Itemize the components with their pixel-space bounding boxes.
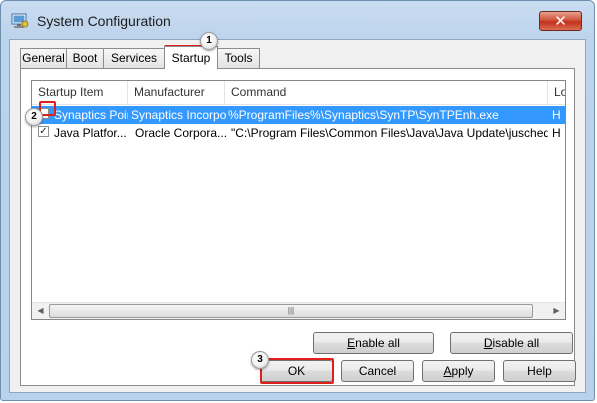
title-bar: System Configuration ✕ bbox=[1, 1, 594, 39]
cell-command: %ProgramFiles%\Synaptics\SynTP\SynTPEnh.… bbox=[228, 108, 499, 122]
cell-location: H bbox=[552, 126, 561, 140]
system-configuration-window: System Configuration ✕ General Boot Serv… bbox=[0, 0, 595, 401]
list-header: Startup Item Manufacturer Command Lo bbox=[32, 81, 565, 105]
cell-startup-item: Java Platfor... bbox=[54, 126, 127, 140]
cell-command: "C:\Program Files\Common Files\Java\Java… bbox=[231, 126, 548, 140]
column-header-command[interactable]: Command bbox=[225, 81, 548, 104]
system-config-icon bbox=[11, 13, 29, 28]
disable-all-button[interactable]: Disable all bbox=[450, 332, 573, 354]
scroll-thumb[interactable]: ||| bbox=[49, 304, 533, 318]
startup-items-list[interactable]: Startup Item Manufacturer Command Lo Syn… bbox=[31, 80, 566, 320]
help-button[interactable]: Help bbox=[503, 360, 576, 382]
close-button[interactable]: ✕ bbox=[539, 11, 582, 31]
enable-all-button[interactable]: Enable all bbox=[313, 332, 434, 354]
column-header-manufacturer[interactable]: Manufacturer bbox=[128, 81, 225, 104]
cell-manufacturer: Synaptics Incorpora bbox=[131, 108, 227, 122]
cancel-button[interactable]: Cancel bbox=[341, 360, 414, 382]
startup-item-checkbox[interactable]: ✓ bbox=[38, 126, 49, 137]
tab-general[interactable]: General bbox=[20, 48, 67, 68]
column-header-location[interactable]: Lo bbox=[548, 81, 565, 104]
dialog-client-area: General Boot Services Startup Tools Star… bbox=[9, 39, 586, 393]
list-row[interactable]: ✓ Java Platfor... Oracle Corpora... "C:\… bbox=[32, 124, 565, 142]
step-marker-3: 3 bbox=[251, 351, 269, 369]
tab-tools[interactable]: Tools bbox=[217, 48, 260, 68]
apply-button[interactable]: Apply bbox=[422, 360, 495, 382]
cell-location: H bbox=[552, 108, 561, 122]
column-header-startup-item[interactable]: Startup Item bbox=[32, 81, 128, 104]
step-marker-2: 2 bbox=[25, 108, 43, 126]
window-title: System Configuration bbox=[37, 13, 171, 29]
cell-manufacturer: Oracle Corpora... bbox=[135, 126, 227, 140]
horizontal-scrollbar[interactable]: ◀ ||| ▶ bbox=[32, 302, 565, 319]
tab-boot[interactable]: Boot bbox=[66, 48, 104, 68]
ok-button[interactable]: OK bbox=[260, 360, 333, 382]
scroll-left-arrow-icon[interactable]: ◀ bbox=[32, 303, 49, 319]
list-row[interactable]: Synaptics Poin Synaptics Incorpora %Prog… bbox=[32, 106, 565, 124]
tab-services[interactable]: Services bbox=[103, 48, 165, 68]
step-marker-1: 1 bbox=[200, 32, 218, 50]
startup-tab-panel: Startup Item Manufacturer Command Lo Syn… bbox=[20, 68, 575, 386]
close-icon: ✕ bbox=[554, 13, 567, 30]
scroll-right-arrow-icon[interactable]: ▶ bbox=[548, 303, 565, 319]
cell-startup-item: Synaptics Poin bbox=[54, 108, 128, 122]
